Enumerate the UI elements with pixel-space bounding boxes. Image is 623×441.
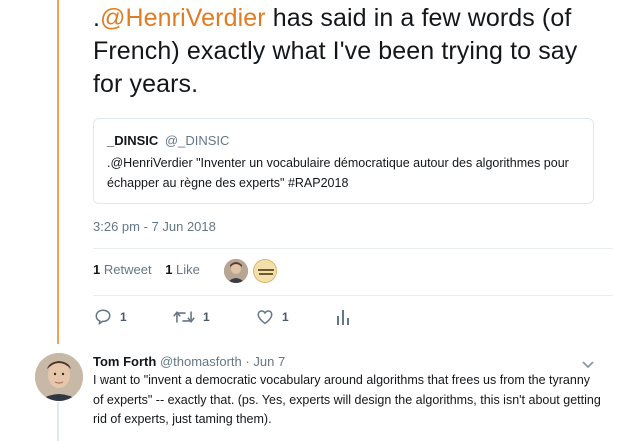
like-stat[interactable]: 1 Like (165, 262, 200, 277)
retweet-button[interactable]: 1 (173, 308, 210, 326)
retweet-stat-label: Retweet (103, 262, 152, 277)
divider-top (93, 248, 613, 249)
thread-line (57, 0, 59, 344)
user-avatar-icon (35, 353, 83, 401)
reply-text: I want to "invent a democratic vocabular… (93, 373, 601, 426)
heart-icon (257, 310, 273, 325)
retweet-stat[interactable]: 1 Retweet (93, 262, 152, 277)
logo-avatar-icon (254, 260, 276, 282)
retweet-count: 1 (203, 310, 210, 324)
quoted-tweet-card[interactable]: _DINSIC @_DINSIC .@HenriVerdier "Invente… (93, 118, 594, 204)
reply-count: 1 (120, 310, 127, 324)
divider-bottom (93, 295, 613, 296)
tweet-text-prefix: . (93, 4, 101, 32)
more-options-button[interactable] (581, 357, 595, 375)
like-button[interactable]: 1 (256, 308, 289, 326)
quoted-author-handle: @_DINSIC (164, 133, 230, 148)
reply-icon (95, 309, 111, 325)
mention-link[interactable]: @HenriVerdier (100, 4, 266, 32)
like-count: 1 (282, 310, 289, 324)
reply-date[interactable]: Jun 7 (253, 354, 285, 369)
retweet-icon (173, 311, 195, 323)
reply-author-handle[interactable]: @thomasforth (160, 354, 242, 369)
retweeter-avatar[interactable] (253, 259, 277, 283)
reply-author-avatar[interactable] (35, 353, 83, 401)
reply-header: Tom Forth @thomasforth · Jun 7 (93, 354, 613, 369)
quoted-author-name: _DINSIC (107, 133, 159, 148)
quoted-tweet-header: _DINSIC @_DINSIC (107, 133, 229, 148)
quoted-tweet-text: .@HenriVerdier "Inventer un vocabulaire … (107, 156, 569, 190)
analytics-button[interactable] (336, 308, 350, 326)
thread-line-continuation (57, 402, 59, 441)
reply-author-name[interactable]: Tom Forth (93, 354, 156, 369)
tweet-text: .@HenriVerdier has said in a few words (… (93, 2, 613, 101)
chevron-down-icon (582, 361, 594, 369)
engagement-stats: 1 Retweet 1 Like (93, 262, 210, 277)
analytics-icon (337, 310, 349, 325)
user-avatar-icon (224, 259, 248, 283)
reply-tweet[interactable]: Tom Forth @thomasforth · Jun 7 I want to… (93, 354, 613, 430)
like-stat-label: Like (176, 262, 200, 277)
reply-button[interactable]: 1 (94, 308, 127, 326)
like-stat-count: 1 (165, 262, 173, 277)
reply-separator: · (245, 354, 250, 369)
tweet-timestamp[interactable]: 3:26 pm - 7 Jun 2018 (93, 219, 216, 234)
liker-avatar[interactable] (224, 259, 248, 283)
retweet-stat-count: 1 (93, 262, 101, 277)
